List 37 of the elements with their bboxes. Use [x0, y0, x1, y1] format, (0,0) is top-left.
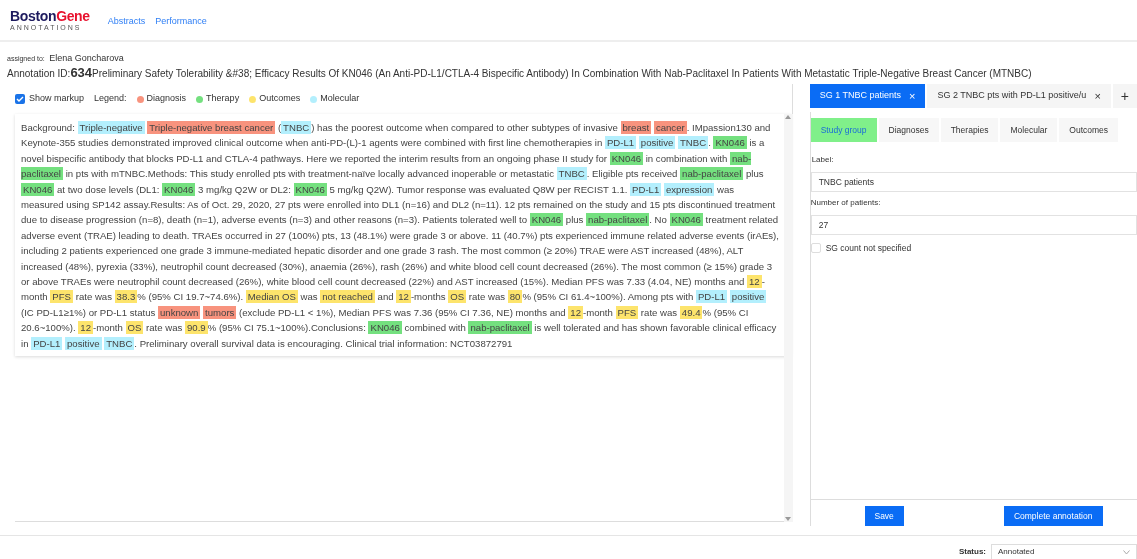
- legend-label: Therapy: [206, 92, 240, 106]
- show-markup-label: Show markup: [29, 92, 85, 106]
- close-icon[interactable]: ×: [1094, 87, 1101, 105]
- patients-field-label: Number of patients:: [810, 197, 882, 209]
- nav-link[interactable]: Performance: [155, 15, 207, 29]
- label-field[interactable]: TNBC patients: [810, 172, 1137, 192]
- sg-count-label: SG count not specified: [825, 242, 912, 255]
- patients-field[interactable]: 27: [810, 215, 1137, 235]
- chevron-down-icon: [1123, 549, 1130, 555]
- sg-count-checkbox[interactable]: [810, 243, 821, 254]
- category-tab[interactable]: Diagnoses: [878, 118, 939, 142]
- scroll-down-icon[interactable]: [785, 516, 792, 522]
- subgroup-tab[interactable]: SG 2 TNBC pts with PD-L1 positive/u ×: [927, 84, 1111, 108]
- category-tab[interactable]: Study group: [810, 118, 877, 142]
- save-button[interactable]: Save: [864, 506, 904, 526]
- status-select[interactable]: Annotated: [991, 544, 1137, 559]
- assignee-name: Elena Goncharova: [49, 53, 124, 63]
- annotation-title: Preliminary Safety Tolerability &#38; Efficacy Results Of KN046 (An Anti-PD-L1/CTLA-4 Bispecific Antibody) In Combination With Nab-Paclitaxel In Patients With Metastatic Triple-Negative Breast Cancer (MTNBC): [92, 68, 1032, 79]
- annotation-id-label: Annotation ID:: [7, 68, 71, 79]
- status-label: Status:: [958, 546, 986, 558]
- abstract-text: Background: Triple-negative Triple-negative breast cancer ( TNBC ) has the poorest outcome when compared to other subtypes of invasive breast cancer . IMpassion130 and Keynote-355 studies demonstrated improved clinical outcome when anti-PD-(L)-1 agents were combined with first line chemotherapies in PD-L1 positive TNBC . KN046 is a novel bispecific antibody that blocks PD-L1 and CTLA-4 pathways. Here we reported the interim results from an ongoing phase II study for KN046 in combination with nab-paclitaxel in pts with mTNBC.Methods: This study enrolled pts with treatment-naïve locally advanced inoperable or metastatic TNBC . Eligible pts received nab-paclitaxel plus KN046 at two dose levels (DL1: KN046 3 mg/kg Q2W or DL2: KN046 5 mg/kg Q2W). Tumor response was evaluated Q8W per RECIST 1.1. PD-L1 expression was measured using SP142 assay.Results: As of Oct. 29, 2020, 27 pts were enrolled into DL1 (n=16) and DL2 (n=11). 12 pts remained on the study and 15 pts discontinued treatment due to disease progression (n=8), death (n=1), adverse events (n=3) and other reasons (n=3). Patients tolerated well to KN046 plus nab-paclitaxel . No KN046 treatment related adverse event (TRAE) leading to death. TRAEs occurred in 27 (100%) pts, 13 (48.1%) were grade 3 or above. 11 (40.7%) pts experienced immune related adverse events (irAEs), including 2 patients experienced one grade 3 immune-mediated hepatic disorder and one grade 3 rash. The most common (≥ 20%) TRAE were AST increased (48%), ALT increased (48%), pyrexia (33%), neutrophil count decreased (30%), anaemia (26%), rash (26%) and white blood cell count decreased (26%). The most common (≥ 15%) grade 3 or above TRAEs were neutrophil count decreased (26%), white blood cell count decreased (22%) and AST increased (15%). Median PFS was 7.33 (4.04, NE) months and 12 -month PFS rate was 38.3 % (95% CI 19.7~74.6%). Median OS was not reached and 12 -months OS rate was 80 % (95% CI 61.4~100%). Among pts with PD-L1 positive (IC PD-L1≥1%) or PD-L1 status unknown tumors (exclude PD-L1 < 1%), Median PFS was 7.36 (95% CI 7.36, NE) months and 12 -month PFS rate was 49.4 % (95% CI 20.6~100%). 12 -month OS rate was 90.9 % (95% CI 75.1~100%).Conclusions: KN046 combined with nab-paclitaxel is well tolerated and has shown favorable clinical efficacy in PD-L1 positive TNBC . Preliminary overall survival data is encouraging. Clinical trial information: NCT03872791: [21, 120, 779, 352]
- nav-link[interactable]: Abstracts: [107, 15, 146, 29]
- label-field-label: Label:: [811, 154, 835, 166]
- annotation-id: 634: [70, 65, 93, 80]
- subgroup-tab[interactable]: SG 1 TNBC patients ×: [809, 84, 926, 108]
- show-markup-checkbox[interactable]: [15, 94, 25, 104]
- legend-label: Diagnosis: [146, 92, 187, 106]
- complete-annotation-button[interactable]: Complete annotation: [1003, 506, 1103, 526]
- legend-label: Outcomes: [259, 92, 301, 106]
- add-tab-button[interactable]: +: [1112, 84, 1137, 108]
- category-tab[interactable]: Molecular: [1000, 118, 1058, 142]
- category-tab[interactable]: Therapies: [940, 118, 999, 142]
- scroll-up-icon[interactable]: [785, 114, 792, 120]
- category-tab[interactable]: Outcomes: [1059, 118, 1119, 142]
- legend-label: Molecular: [320, 92, 360, 106]
- legend-label: Legend:: [94, 92, 127, 106]
- close-icon[interactable]: ×: [909, 87, 916, 105]
